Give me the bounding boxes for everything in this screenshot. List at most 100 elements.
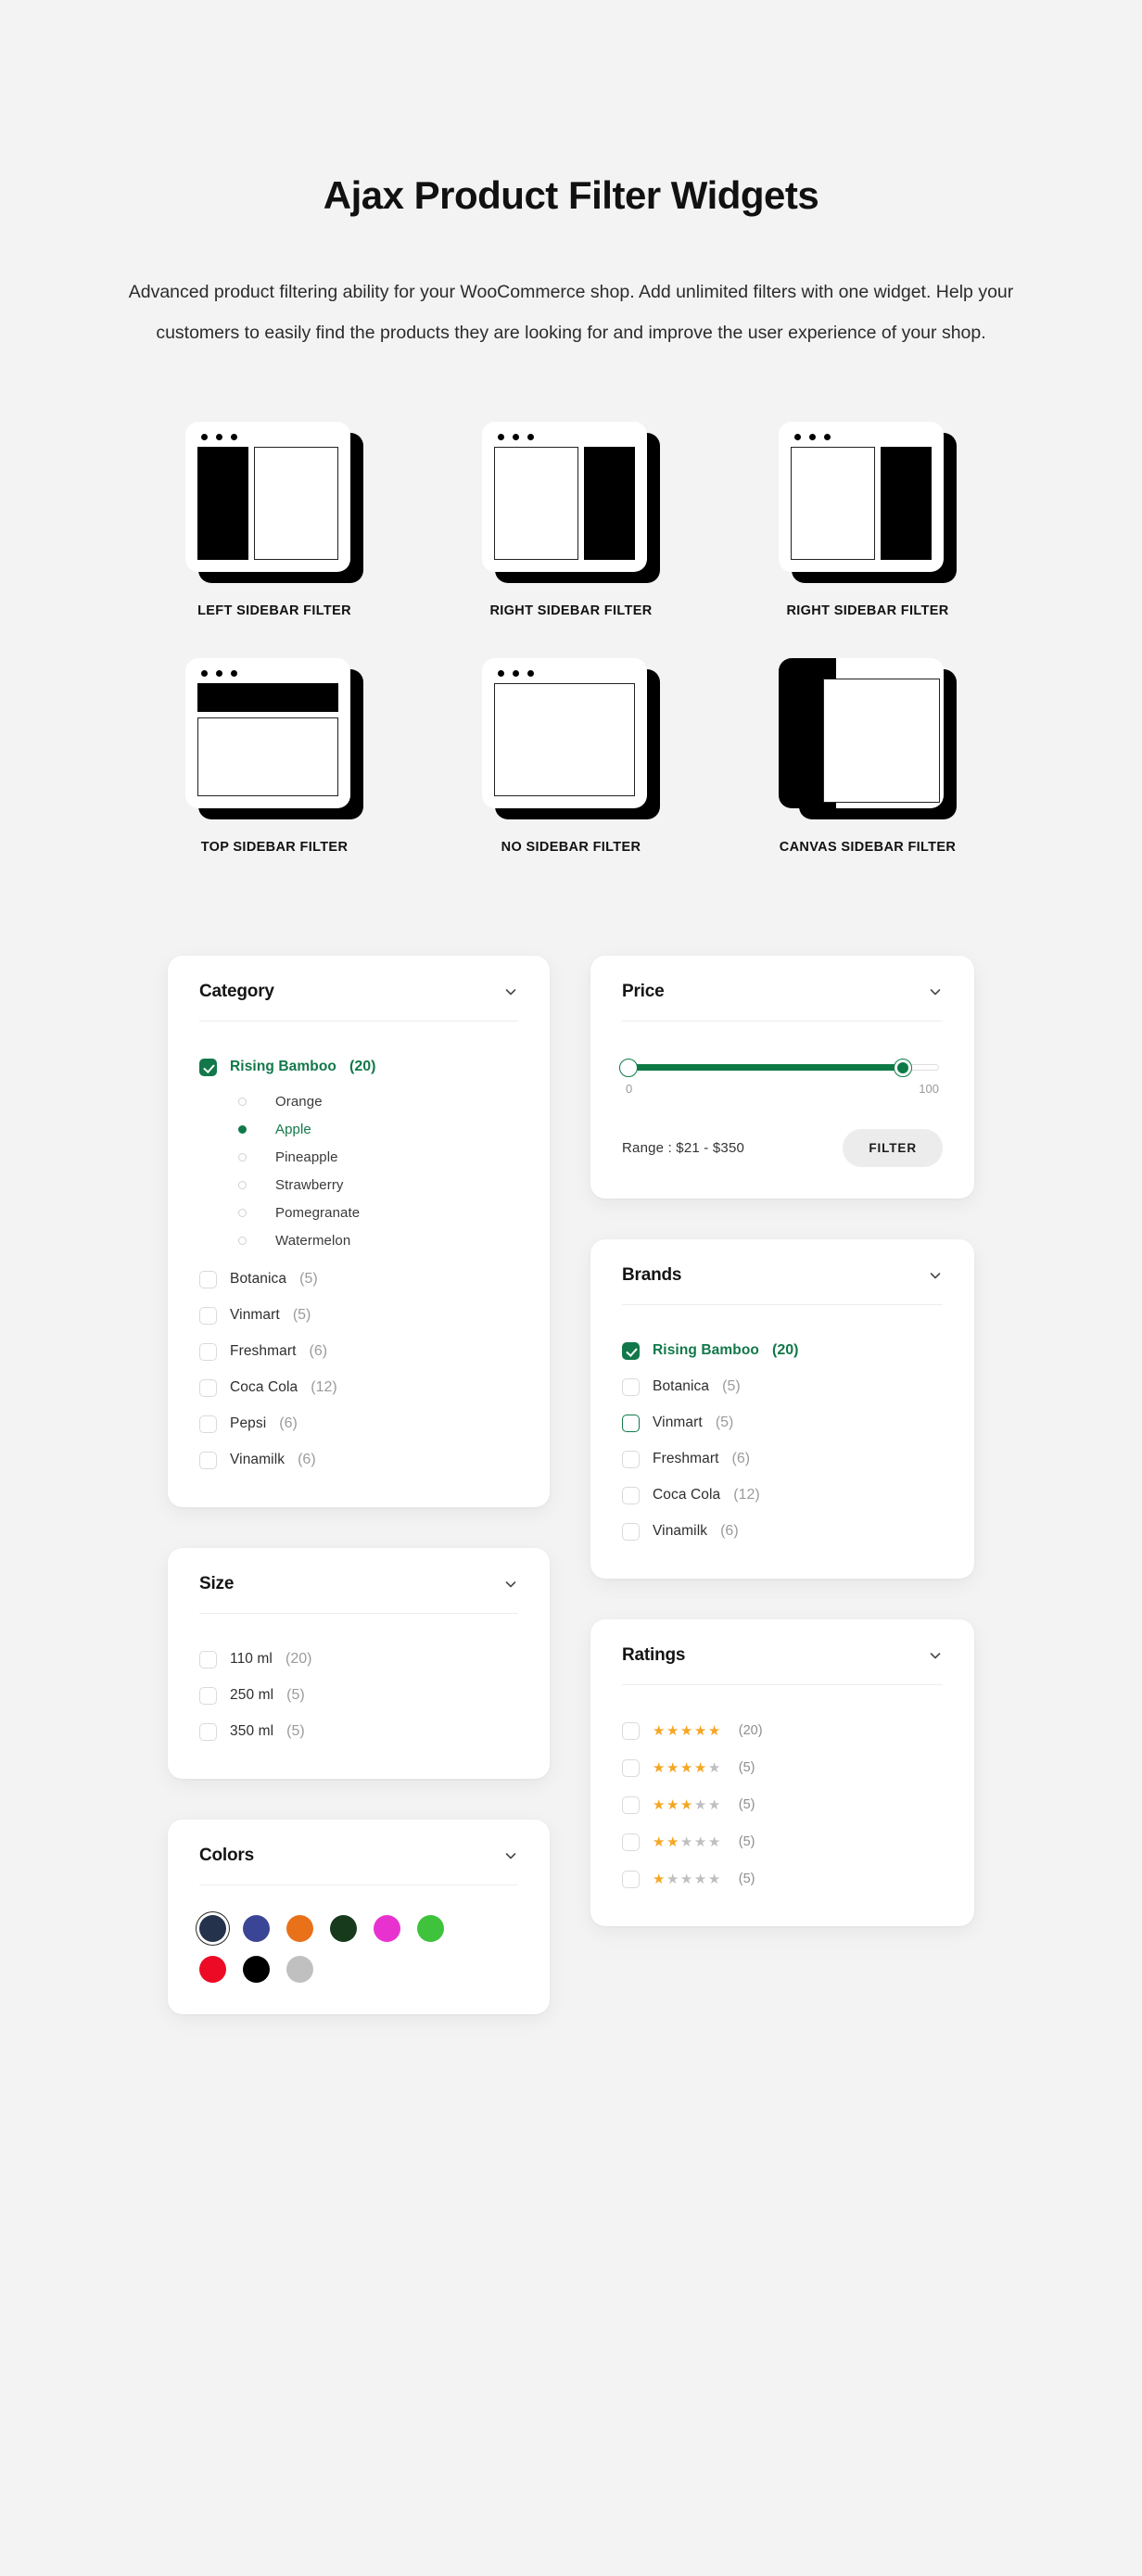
slider-handle-min[interactable] — [619, 1059, 638, 1077]
radio-icon[interactable] — [238, 1181, 247, 1189]
size-option-350ml[interactable]: 350 ml (5) — [199, 1716, 518, 1747]
color-swatch-gray[interactable] — [286, 1956, 313, 1983]
checkbox-icon[interactable] — [199, 1379, 217, 1397]
spacer — [199, 1254, 518, 1263]
brand-option-coca-cola[interactable]: Coca Cola (12) — [622, 1479, 943, 1511]
widget-header[interactable]: Size — [199, 1574, 518, 1614]
widgets-column-left: Category Rising Bamboo (20) Orange — [168, 956, 550, 2014]
widget-header[interactable]: Price — [622, 982, 943, 1022]
option-label: Vinamilk — [230, 1452, 285, 1468]
slider-rail[interactable] — [626, 1064, 939, 1071]
widget-size: Size 110 ml (20) 250 ml (5) — [168, 1548, 550, 1779]
chevron-down-icon[interactable] — [928, 1648, 943, 1663]
window-dots-icon — [498, 434, 534, 440]
checkbox-icon[interactable] — [199, 1343, 217, 1361]
filter-button[interactable]: FILTER — [843, 1129, 943, 1167]
checkbox-icon[interactable] — [199, 1723, 217, 1741]
brand-option-botanica[interactable]: Botanica (5) — [622, 1371, 943, 1402]
checkbox-icon[interactable] — [622, 1487, 640, 1504]
category-option-botanica[interactable]: Botanica (5) — [199, 1263, 518, 1295]
checkbox-icon[interactable] — [199, 1687, 217, 1705]
category-parent-option[interactable]: Rising Bamboo (20) — [199, 1051, 518, 1083]
chevron-down-icon[interactable] — [928, 984, 943, 999]
checkbox-icon[interactable] — [199, 1651, 217, 1669]
widget-header[interactable]: Ratings — [622, 1645, 943, 1685]
category-option-vinamilk[interactable]: Vinamilk (6) — [199, 1444, 518, 1476]
checkbox-icon[interactable] — [199, 1452, 217, 1469]
chevron-down-icon[interactable] — [503, 1848, 518, 1863]
category-option-freshmart[interactable]: Freshmart (6) — [199, 1336, 518, 1367]
option-label: Strawberry — [275, 1177, 344, 1193]
widget-title: Category — [199, 982, 274, 1002]
checkbox-icon[interactable] — [622, 1523, 640, 1541]
slider-scale: 0 100 — [626, 1082, 939, 1096]
layout-option-left-sidebar[interactable]: LEFT SIDEBAR FILTER — [126, 422, 423, 623]
brand-option-vinamilk[interactable]: Vinamilk (6) — [622, 1516, 943, 1547]
page-root: Ajax Product Filter Widgets Advanced pro… — [0, 0, 1142, 2576]
rating-count: (5) — [739, 1872, 755, 1886]
layout-option-canvas-sidebar[interactable]: CANVAS SIDEBAR FILTER — [719, 658, 1016, 859]
widget-title: Colors — [199, 1846, 254, 1866]
price-range-slider[interactable]: 0 100 — [622, 1051, 943, 1096]
radio-icon[interactable] — [238, 1237, 247, 1245]
checkbox-icon[interactable] — [199, 1307, 217, 1325]
layout-option-right-sidebar-1[interactable]: RIGHT SIDEBAR FILTER — [423, 422, 719, 623]
category-child-apple[interactable]: Apple — [199, 1115, 518, 1143]
checkbox-icon[interactable] — [622, 1759, 640, 1777]
radio-icon[interactable] — [238, 1125, 247, 1134]
category-option-vinmart[interactable]: Vinmart (5) — [199, 1300, 518, 1331]
radio-icon[interactable] — [238, 1098, 247, 1106]
checkbox-icon[interactable] — [622, 1415, 640, 1432]
category-child-watermelon[interactable]: Watermelon — [199, 1226, 518, 1254]
category-option-coca-cola[interactable]: Coca Cola (12) — [199, 1372, 518, 1403]
category-child-orange[interactable]: Orange — [199, 1087, 518, 1115]
rating-option-4[interactable]: ★★★★★ (5) — [622, 1752, 943, 1783]
layout-preview-right-sidebar-1 — [482, 422, 660, 583]
layout-option-right-sidebar-2[interactable]: RIGHT SIDEBAR FILTER — [719, 422, 1016, 623]
checkbox-icon[interactable] — [199, 1271, 217, 1288]
checkbox-icon[interactable] — [199, 1415, 217, 1433]
radio-icon[interactable] — [238, 1153, 247, 1161]
checkbox-icon[interactable] — [622, 1796, 640, 1814]
widget-header[interactable]: Brands — [622, 1265, 943, 1305]
category-option-pepsi[interactable]: Pepsi (6) — [199, 1408, 518, 1440]
rating-option-5[interactable]: ★★★★★ (20) — [622, 1715, 943, 1746]
size-option-110ml[interactable]: 110 ml (20) — [199, 1643, 518, 1675]
layout-option-top-sidebar[interactable]: TOP SIDEBAR FILTER — [126, 658, 423, 859]
color-swatch-orange[interactable] — [286, 1915, 313, 1942]
checkbox-icon[interactable] — [622, 1722, 640, 1740]
window-frame — [482, 658, 647, 808]
chevron-down-icon[interactable] — [503, 984, 518, 999]
checkbox-icon[interactable] — [622, 1342, 640, 1360]
brand-option-vinmart[interactable]: Vinmart (5) — [622, 1407, 943, 1439]
checkbox-icon[interactable] — [622, 1834, 640, 1851]
rating-option-1[interactable]: ★★★★★ (5) — [622, 1863, 943, 1895]
color-swatch-navy[interactable] — [199, 1915, 226, 1942]
rating-option-2[interactable]: ★★★★★ (5) — [622, 1826, 943, 1858]
color-swatch-red[interactable] — [199, 1956, 226, 1983]
radio-icon[interactable] — [238, 1209, 247, 1217]
color-swatch-dark-green[interactable] — [330, 1915, 357, 1942]
color-swatch-magenta[interactable] — [374, 1915, 400, 1942]
rating-option-3[interactable]: ★★★★★ (5) — [622, 1789, 943, 1821]
chevron-down-icon[interactable] — [928, 1268, 943, 1283]
checkbox-icon[interactable] — [199, 1059, 217, 1076]
checkbox-icon[interactable] — [622, 1378, 640, 1396]
brand-option-freshmart[interactable]: Freshmart (6) — [622, 1443, 943, 1475]
option-label: Freshmart — [230, 1343, 297, 1360]
widget-header[interactable]: Category — [199, 982, 518, 1022]
color-swatch-green[interactable] — [417, 1915, 444, 1942]
category-child-pineapple[interactable]: Pineapple — [199, 1143, 518, 1171]
chevron-down-icon[interactable] — [503, 1577, 518, 1592]
size-option-250ml[interactable]: 250 ml (5) — [199, 1680, 518, 1711]
checkbox-icon[interactable] — [622, 1871, 640, 1888]
widget-header[interactable]: Colors — [199, 1846, 518, 1885]
layout-option-no-sidebar[interactable]: NO SIDEBAR FILTER — [423, 658, 719, 859]
category-child-strawberry[interactable]: Strawberry — [199, 1171, 518, 1199]
checkbox-icon[interactable] — [622, 1451, 640, 1468]
category-child-pomegranate[interactable]: Pomegranate — [199, 1199, 518, 1226]
slider-handle-max[interactable] — [894, 1059, 912, 1077]
color-swatch-black[interactable] — [243, 1956, 270, 1983]
brand-option-rising-bamboo[interactable]: Rising Bamboo (20) — [622, 1335, 943, 1366]
color-swatch-indigo[interactable] — [243, 1915, 270, 1942]
